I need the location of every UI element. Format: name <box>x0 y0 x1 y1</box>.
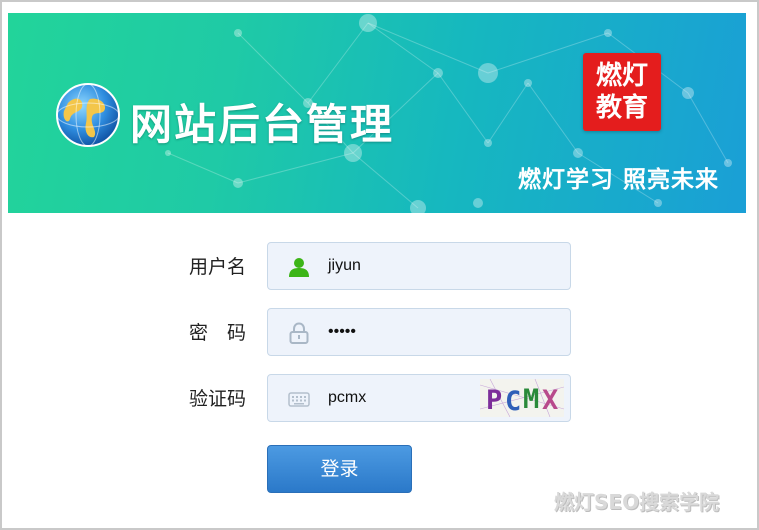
captcha-label: 验证码 <box>188 388 246 410</box>
slogan: 燃灯学习 照亮未来 <box>518 166 720 193</box>
login-button[interactable]: 登录 <box>267 445 412 493</box>
password-label: 密 码 <box>188 322 246 344</box>
captcha-value: pcmx <box>328 389 367 406</box>
username-label: 用户名 <box>188 256 246 278</box>
svg-text:P: P <box>486 385 502 416</box>
captcha-field[interactable]: pcmx P C M X <box>267 374 571 422</box>
svg-text:C: C <box>505 386 521 417</box>
password-field[interactable]: ••••• <box>267 308 571 356</box>
user-icon <box>289 258 309 277</box>
password-value: ••••• <box>328 323 357 340</box>
lock-icon <box>289 322 309 344</box>
username-row: 用户名 jiyun <box>0 242 759 292</box>
svg-text:M: M <box>523 384 539 415</box>
site-title: 网站后台管理 <box>130 100 395 149</box>
brand-logo-line1: 燃灯 <box>595 61 648 91</box>
brand-logo: 燃灯 教育 <box>583 53 661 131</box>
username-value: jiyun <box>328 257 361 274</box>
captcha-row: 验证码 pcmx P C M X <box>0 374 759 424</box>
watermark: 燃灯SEO搜索学院 <box>554 490 720 514</box>
captcha-graphic: P C M X <box>479 378 565 418</box>
header-banner: 网站后台管理 燃灯 教育 燃灯学习 照亮未来 <box>8 13 746 213</box>
username-field[interactable]: jiyun <box>267 242 571 290</box>
globe-icon <box>56 83 120 147</box>
password-row: 密 码 ••••• <box>0 308 759 358</box>
svg-text:X: X <box>542 385 558 416</box>
keyboard-icon <box>288 392 310 407</box>
captcha-image[interactable]: P C M X <box>479 378 565 418</box>
brand-logo-line2: 教育 <box>595 93 648 123</box>
